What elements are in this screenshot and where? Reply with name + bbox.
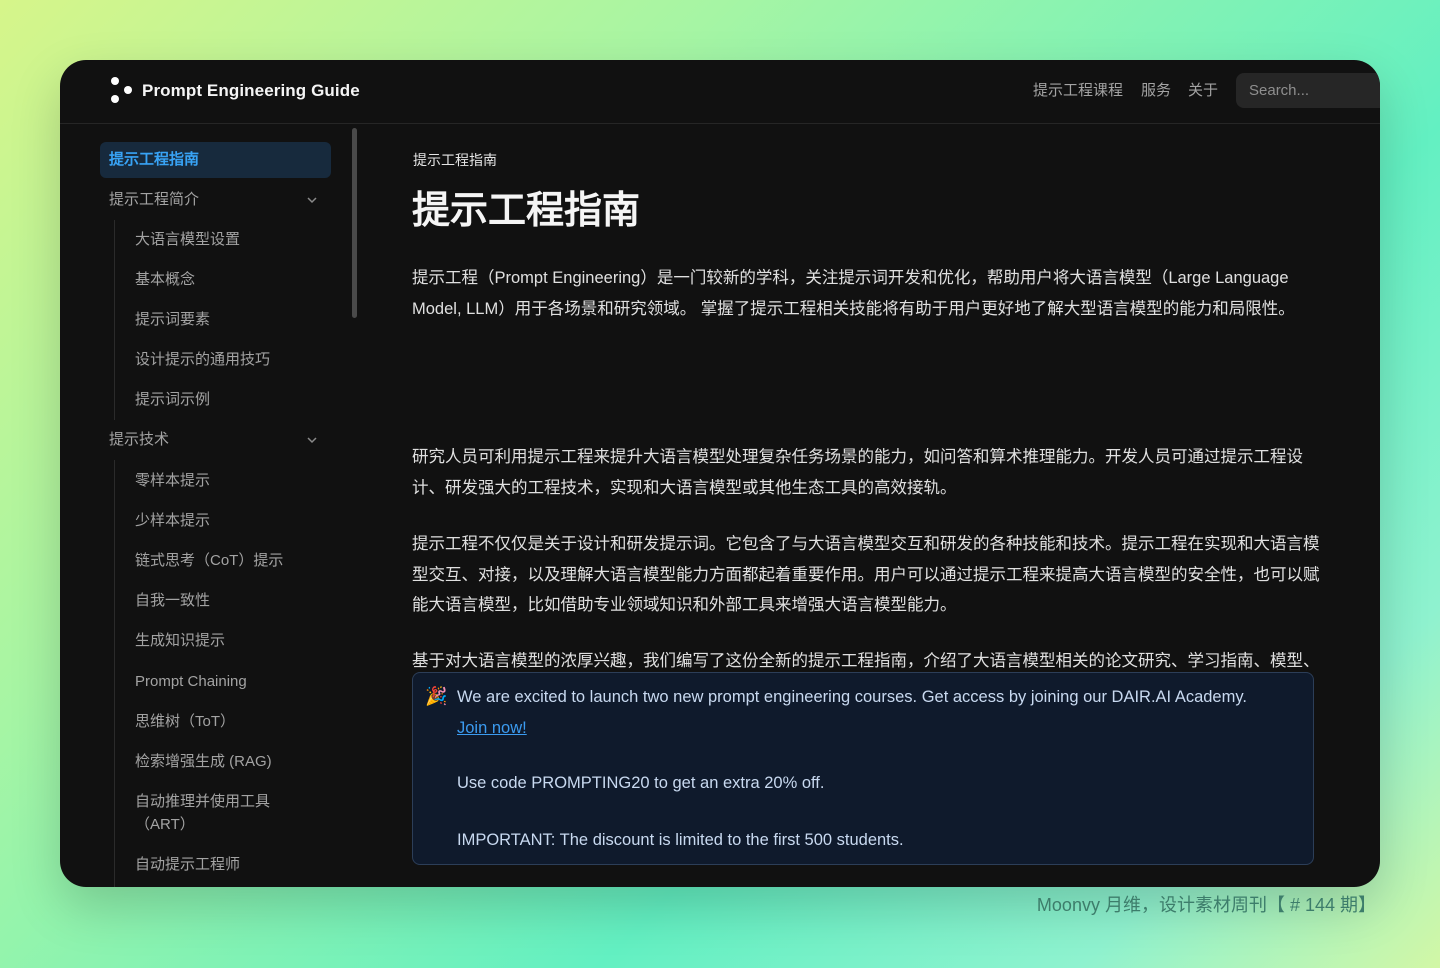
search-input[interactable] [1236,73,1380,108]
sidebar-item-art[interactable]: 自动推理并使用工具 [135,792,270,812]
submenu-guide-line [114,220,115,420]
chevron-down-icon[interactable] [306,194,318,206]
sidebar-item-rag[interactable]: 检索增强生成 (RAG) [135,752,272,772]
sidebar-section-intro[interactable]: 提示工程简介 [109,190,199,210]
nav-services-link[interactable]: 服务 [1141,81,1171,101]
sidebar-item-basics[interactable]: 基本概念 [135,270,195,290]
chevron-down-icon[interactable] [306,434,318,446]
sidebar-item-ape[interactable]: 自动提示工程师 [135,855,240,875]
sidebar-item-prompt-chaining[interactable]: Prompt Chaining [135,672,247,692]
sidebar-item-zero-shot[interactable]: 零样本提示 [135,471,210,491]
sidebar-section-techniques[interactable]: 提示技术 [109,430,169,450]
sidebar-item-elements[interactable]: 提示词要素 [135,310,210,330]
join-now-link[interactable]: Join now! [457,719,527,737]
sidebar-item-guide[interactable]: 提示工程指南 [109,150,199,170]
course-announcement-callout: 🎉 We are excited to launch two new promp… [412,672,1314,865]
logo-icon[interactable] [109,77,135,105]
sidebar-item-knowledge[interactable]: 生成知识提示 [135,631,225,651]
sidebar: 提示工程指南 提示工程简介 大语言模型设置 基本概念 提示词要素 设计提示的通用… [60,124,360,887]
top-navbar: Prompt Engineering Guide 提示工程课程 服务 关于 [60,60,1380,124]
browser-window: Prompt Engineering Guide 提示工程课程 服务 关于 提示… [60,60,1380,887]
sidebar-item-cot[interactable]: 链式思考（CoT）提示 [135,551,283,571]
party-popper-icon: 🎉 [425,686,448,706]
page-title: 提示工程指南 [412,190,641,232]
nav-courses-link[interactable]: 提示工程课程 [1033,81,1123,101]
intro-paragraph-3: 提示工程不仅仅是关于设计和研发提示词。它包含了与大语言模型交互和研发的各种技能和… [412,535,1320,614]
sidebar-item-llm-settings[interactable]: 大语言模型设置 [135,230,240,250]
sidebar-item-tips[interactable]: 设计提示的通用技巧 [135,350,270,370]
intro-paragraph-2: 研究人员可利用提示工程来提升大语言模型处理复杂任务场景的能力，如问答和算术推理能… [412,448,1303,497]
sidebar-item-tot[interactable]: 思维树（ToT） [135,712,235,732]
callout-discount-code: Use code PROMPTING20 to get an extra 20%… [457,774,825,792]
breadcrumb[interactable]: 提示工程指南 [413,151,497,169]
intro-paragraph-1: 提示工程（Prompt Engineering）是一门较新的学科，关注提示词开发… [412,269,1295,318]
callout-message: We are excited to launch two new prompt … [457,682,1277,743]
sidebar-item-examples[interactable]: 提示词示例 [135,390,210,410]
sidebar-scrollbar[interactable] [352,128,357,318]
watermark: Moonvy 月维，设计素材周刊【 # 144 期】 [1036,895,1376,915]
sidebar-item-consistency[interactable]: 自我一致性 [135,591,210,611]
callout-text: We are excited to launch two new prompt … [457,688,1247,706]
site-title[interactable]: Prompt Engineering Guide [142,80,360,102]
submenu-guide-line [114,460,115,887]
sidebar-item-art-suffix[interactable]: （ART） [135,815,195,835]
sidebar-item-few-shot[interactable]: 少样本提示 [135,511,210,531]
callout-important-note: IMPORTANT: The discount is limited to th… [457,831,904,849]
nav-about-link[interactable]: 关于 [1188,81,1218,101]
